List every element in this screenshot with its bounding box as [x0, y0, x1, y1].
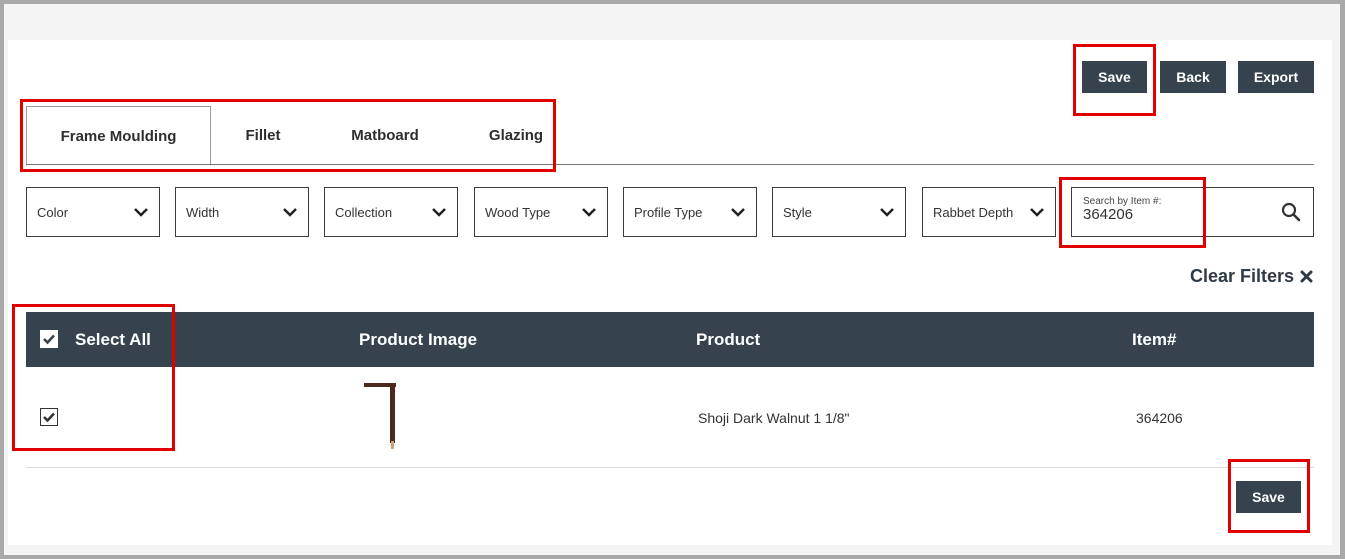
tab-matboard[interactable]: Matboard [330, 106, 440, 164]
filter-width-label: Width [186, 204, 220, 220]
item-number: 364206 [1136, 410, 1183, 426]
product-name: Shoji Dark Walnut 1 1/8" [698, 410, 850, 426]
tabs-divider [26, 164, 1314, 165]
filter-rabbet-depth-dropdown[interactable]: Rabbet Depth [922, 187, 1056, 237]
checkmark-icon [43, 334, 55, 345]
tab-glazing[interactable]: Glazing [466, 106, 566, 164]
search-input[interactable]: 364206 [1083, 206, 1133, 223]
row-checkbox[interactable] [40, 408, 58, 426]
filter-wood-type-label: Wood Type [485, 204, 551, 220]
filter-width-dropdown[interactable]: Width [175, 187, 309, 237]
chevron-down-icon [432, 208, 446, 217]
filter-rabbet-depth-label: Rabbet Depth [933, 204, 1014, 220]
filter-color-dropdown[interactable]: Color [26, 187, 160, 237]
filter-profile-type-label: Profile Type [634, 204, 703, 220]
filter-collection-label: Collection [335, 204, 393, 220]
clear-filters-link[interactable]: Clear Filters [1190, 266, 1313, 287]
tab-fillet[interactable]: Fillet [222, 106, 304, 164]
chevron-down-icon [880, 208, 894, 217]
item-search-field[interactable]: Search by Item #: 364206 [1071, 187, 1314, 237]
filter-color-label: Color [37, 204, 69, 220]
clear-filters-label: Clear Filters [1189, 266, 1294, 286]
filter-profile-type-dropdown[interactable]: Profile Type [623, 187, 757, 237]
chevron-down-icon [283, 208, 297, 217]
product-image [364, 383, 396, 449]
search-icon[interactable] [1281, 202, 1301, 222]
column-header-select-all: Select All [75, 330, 151, 349]
table-header: Select All Product Image Product Item# [26, 312, 1314, 367]
chevron-down-icon [582, 208, 596, 217]
checkmark-icon [43, 412, 55, 423]
filter-style-label: Style [783, 204, 812, 220]
export-button[interactable]: Export [1238, 61, 1314, 93]
close-icon [1300, 270, 1313, 283]
save-button-bottom[interactable]: Save [1236, 481, 1301, 513]
column-header-item: Item# [1132, 330, 1177, 349]
column-header-product-image: Product Image [359, 330, 478, 349]
filter-wood-type-dropdown[interactable]: Wood Type [474, 187, 608, 237]
chevron-down-icon [134, 208, 148, 217]
column-header-product: Product [696, 330, 761, 349]
back-button[interactable]: Back [1160, 61, 1226, 93]
save-button-top[interactable]: Save [1082, 61, 1147, 93]
filter-collection-dropdown[interactable]: Collection [324, 187, 458, 237]
select-all-checkbox[interactable] [40, 330, 58, 348]
filter-style-dropdown[interactable]: Style [772, 187, 906, 237]
chevron-down-icon [731, 208, 745, 217]
row-divider [26, 467, 1314, 468]
chevron-down-icon [1030, 208, 1044, 217]
tab-frame-moulding[interactable]: Frame Moulding [26, 106, 211, 166]
